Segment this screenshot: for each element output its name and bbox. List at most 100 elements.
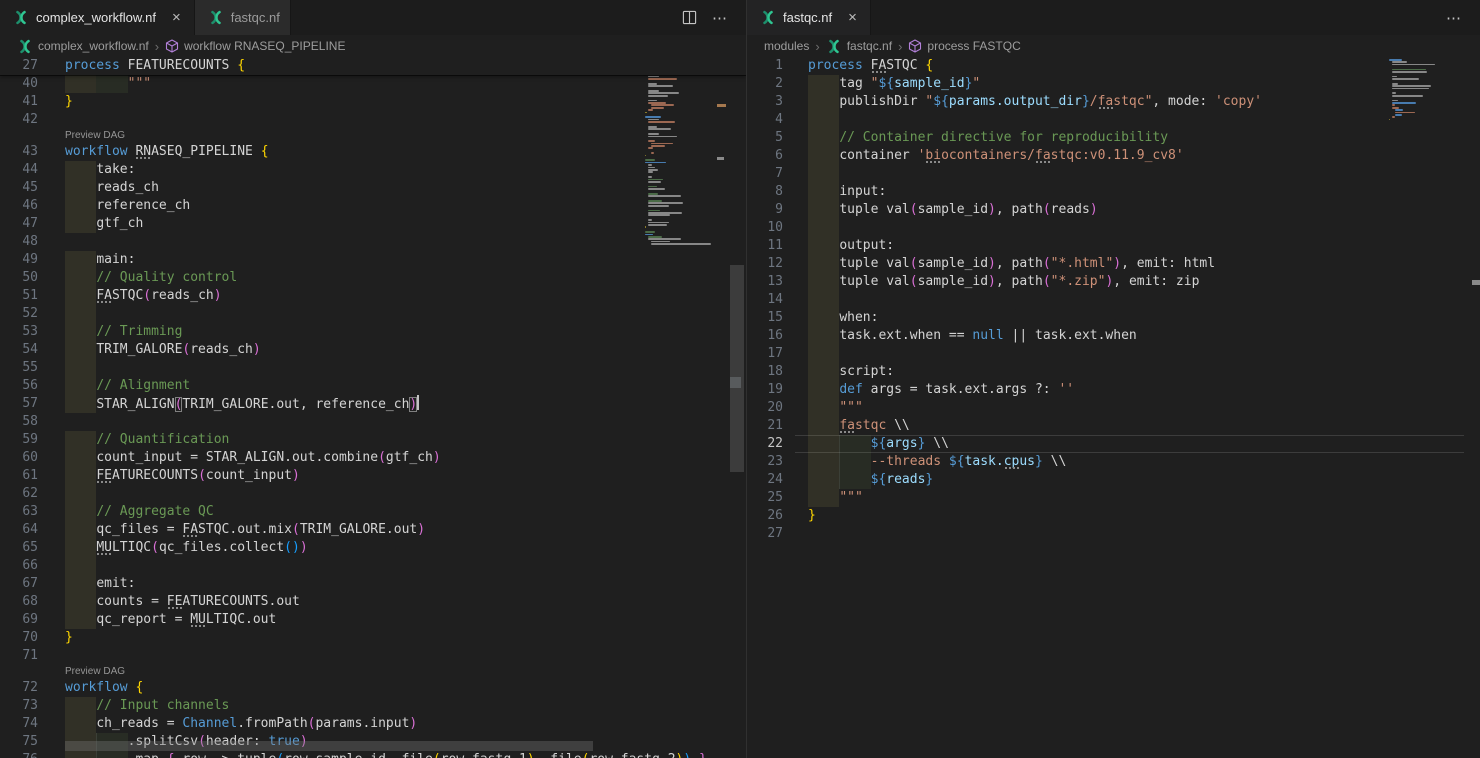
code-line[interactable]: 59// Quantification bbox=[0, 431, 746, 449]
code-line[interactable]: 41} bbox=[0, 93, 746, 111]
code-line[interactable]: 71 bbox=[0, 647, 746, 665]
code-line[interactable]: 22${args} \\ bbox=[747, 435, 1480, 453]
line-number[interactable]: 40 bbox=[0, 75, 38, 93]
line-number[interactable]: 22 bbox=[747, 435, 783, 453]
line-number[interactable]: 65 bbox=[0, 539, 38, 557]
tab-complex-workflow[interactable]: complex_workflow.nf × bbox=[0, 0, 195, 35]
code-line[interactable]: 42 bbox=[0, 111, 746, 129]
line-number[interactable]: 26 bbox=[747, 507, 783, 525]
line-number[interactable]: 52 bbox=[0, 305, 38, 323]
line-number[interactable]: 58 bbox=[0, 413, 38, 431]
code-line[interactable]: 1process FASTQC { bbox=[747, 57, 1480, 75]
code-line[interactable]: 43workflow RNASEQ_PIPELINE { bbox=[0, 143, 746, 161]
code-line[interactable]: 16task.ext.when == null || task.ext.when bbox=[747, 327, 1480, 345]
line-number[interactable]: 14 bbox=[747, 291, 783, 309]
code-line[interactable]: 67emit: bbox=[0, 575, 746, 593]
code-line[interactable]: 17 bbox=[747, 345, 1480, 363]
codelens-preview-dag[interactable]: Preview DAG bbox=[65, 129, 125, 143]
line-number[interactable]: 8 bbox=[747, 183, 783, 201]
code-line[interactable]: 61FEATURECOUNTS(count_input) bbox=[0, 467, 746, 485]
line-number[interactable]: 68 bbox=[0, 593, 38, 611]
code-line[interactable]: 52 bbox=[0, 305, 746, 323]
more-actions-icon[interactable]: ⋯ bbox=[712, 9, 728, 27]
code-line[interactable]: 23--threads ${task.cpus} \\ bbox=[747, 453, 1480, 471]
code-line[interactable]: 14 bbox=[747, 291, 1480, 309]
code-editor-right[interactable]: 1process FASTQC {2tag "${sample_id}"3pub… bbox=[747, 57, 1480, 758]
code-line[interactable]: 74ch_reads = Channel.fromPath(params.inp… bbox=[0, 715, 746, 733]
code-line[interactable]: 46reference_ch bbox=[0, 197, 746, 215]
code-line[interactable]: 5// Container directive for reproducibil… bbox=[747, 129, 1480, 147]
line-number[interactable]: 24 bbox=[747, 471, 783, 489]
minimap[interactable] bbox=[1389, 59, 1457, 124]
line-number[interactable]: 61 bbox=[0, 467, 38, 485]
line-number[interactable]: 20 bbox=[747, 399, 783, 417]
line-number[interactable]: 6 bbox=[747, 147, 783, 165]
close-icon[interactable]: × bbox=[845, 9, 860, 26]
code-line[interactable]: 58 bbox=[0, 413, 746, 431]
breadcrumb-item[interactable]: fastqc.nf bbox=[826, 39, 892, 54]
tab-fastqc-left[interactable]: fastqc.nf bbox=[195, 0, 291, 35]
code-line[interactable]: 54TRIM_GALORE(reads_ch) bbox=[0, 341, 746, 359]
breadcrumb-item[interactable]: process FASTQC bbox=[908, 39, 1020, 53]
code-line[interactable]: 27 bbox=[747, 525, 1480, 543]
code-line[interactable]: 25""" bbox=[747, 489, 1480, 507]
code-line[interactable]: 57STAR_ALIGN(TRIM_GALORE.out, reference_… bbox=[0, 395, 746, 413]
code-line[interactable]: 68counts = FEATURECOUNTS.out bbox=[0, 593, 746, 611]
line-number[interactable]: 4 bbox=[747, 111, 783, 129]
code-line[interactable]: 76.map { row -> tuple(row.sample_id, fil… bbox=[0, 751, 746, 758]
line-number[interactable]: 9 bbox=[747, 201, 783, 219]
line-number[interactable]: 59 bbox=[0, 431, 38, 449]
line-number[interactable]: 11 bbox=[747, 237, 783, 255]
breadcrumb-item[interactable]: modules bbox=[764, 39, 809, 53]
codelens-preview-dag[interactable]: Preview DAG bbox=[65, 665, 125, 679]
code-line[interactable]: 21fastqc \\ bbox=[747, 417, 1480, 435]
code-line[interactable]: 69qc_report = MULTIQC.out bbox=[0, 611, 746, 629]
line-number[interactable]: 42 bbox=[0, 111, 38, 129]
line-number[interactable]: 66 bbox=[0, 557, 38, 575]
line-number[interactable]: 57 bbox=[0, 395, 38, 413]
line-number[interactable]: 7 bbox=[747, 165, 783, 183]
code-editor-left[interactable]: 27process FEATURECOUNTS {40"""41}42Previ… bbox=[0, 57, 746, 758]
code-line[interactable]: 70} bbox=[0, 629, 746, 647]
code-line[interactable]: 63// Aggregate QC bbox=[0, 503, 746, 521]
line-number[interactable]: 62 bbox=[0, 485, 38, 503]
code-line[interactable]: 55 bbox=[0, 359, 746, 377]
more-actions-icon[interactable]: ⋯ bbox=[1446, 9, 1462, 27]
line-number[interactable]: 45 bbox=[0, 179, 38, 197]
code-line[interactable]: 19def args = task.ext.args ?: '' bbox=[747, 381, 1480, 399]
line-number[interactable]: 23 bbox=[747, 453, 783, 471]
line-number[interactable]: 5 bbox=[747, 129, 783, 147]
line-number[interactable]: 16 bbox=[747, 327, 783, 345]
code-line[interactable]: 7 bbox=[747, 165, 1480, 183]
line-number[interactable]: 1 bbox=[747, 57, 783, 75]
code-line[interactable]: 4 bbox=[747, 111, 1480, 129]
code-line[interactable]: 72workflow { bbox=[0, 679, 746, 697]
line-number[interactable]: 54 bbox=[0, 341, 38, 359]
line-number[interactable]: 76 bbox=[0, 751, 38, 758]
line-number[interactable]: 21 bbox=[747, 417, 783, 435]
line-number[interactable]: 55 bbox=[0, 359, 38, 377]
line-number[interactable]: 12 bbox=[747, 255, 783, 273]
line-number[interactable]: 64 bbox=[0, 521, 38, 539]
code-line[interactable]: 13tuple val(sample_id), path("*.zip"), e… bbox=[747, 273, 1480, 291]
line-number[interactable]: 60 bbox=[0, 449, 38, 467]
line-number[interactable]: 15 bbox=[747, 309, 783, 327]
line-number[interactable]: 67 bbox=[0, 575, 38, 593]
vertical-scrollbar[interactable] bbox=[730, 57, 744, 758]
line-number[interactable]: 25 bbox=[747, 489, 783, 507]
line-number[interactable]: 56 bbox=[0, 377, 38, 395]
line-number[interactable]: 17 bbox=[747, 345, 783, 363]
code-line[interactable]: 6container 'biocontainers/fastqc:v0.11.9… bbox=[747, 147, 1480, 165]
code-line[interactable]: 12tuple val(sample_id), path("*.html"), … bbox=[747, 255, 1480, 273]
code-line[interactable]: 45reads_ch bbox=[0, 179, 746, 197]
breadcrumb-item[interactable]: complex_workflow.nf bbox=[17, 39, 149, 54]
line-number[interactable]: 47 bbox=[0, 215, 38, 233]
horizontal-scrollbar-thumb[interactable] bbox=[65, 741, 593, 751]
line-number[interactable]: 73 bbox=[0, 697, 38, 715]
code-line[interactable]: 44take: bbox=[0, 161, 746, 179]
line-number[interactable]: 13 bbox=[747, 273, 783, 291]
line-number[interactable]: 44 bbox=[0, 161, 38, 179]
code-line[interactable]: 24${reads} bbox=[747, 471, 1480, 489]
code-line[interactable]: 15when: bbox=[747, 309, 1480, 327]
scrollbar-drag-handle[interactable] bbox=[730, 377, 741, 388]
